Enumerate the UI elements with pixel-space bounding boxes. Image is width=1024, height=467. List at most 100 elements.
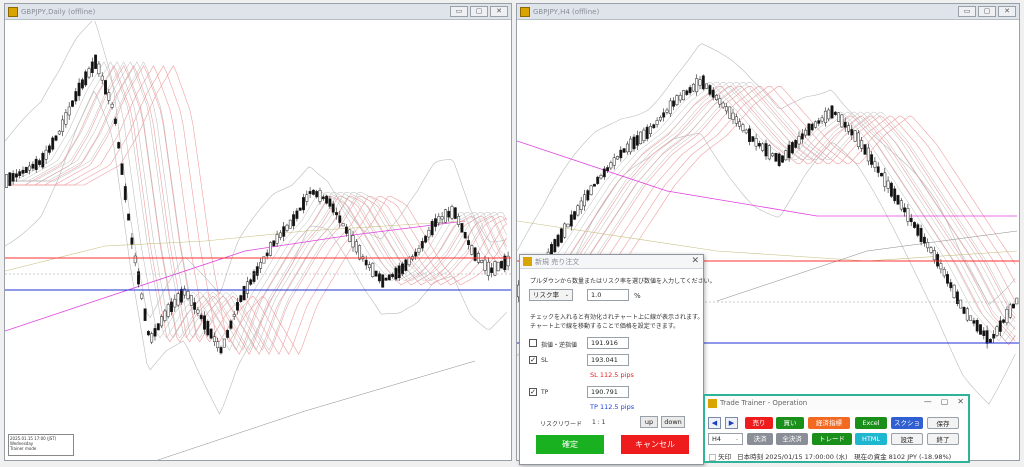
- arrow-checkbox[interactable]: [709, 453, 716, 461]
- candlestick: [80, 77, 84, 91]
- candlestick: [417, 244, 421, 256]
- tp-price-input[interactable]: 190.791: [587, 386, 629, 398]
- candlestick: [206, 319, 210, 337]
- candlestick: [678, 92, 682, 103]
- minimize-button[interactable]: ▭: [958, 6, 976, 17]
- tp-checkbox[interactable]: ✓: [529, 388, 537, 396]
- candlestick: [992, 329, 996, 343]
- risk-mode-select[interactable]: リスク率 ⌄: [529, 289, 573, 301]
- candlestick: [156, 323, 160, 331]
- dialog-titlebar[interactable]: 新規 売り注文: [520, 255, 703, 269]
- exit-button[interactable]: 終了: [927, 433, 959, 445]
- candlestick: [771, 152, 775, 158]
- close-icon[interactable]: ✕: [957, 397, 964, 406]
- candlestick: [21, 166, 25, 178]
- settle-all-button[interactable]: 全決済: [776, 433, 808, 445]
- risk-value-input[interactable]: 1.0: [587, 289, 629, 301]
- arrow-label: 矢印: [718, 453, 732, 461]
- daily-chart-window[interactable]: GBPJPY,Daily (offline) ▭ ▢ ✕: [4, 3, 512, 461]
- candlestick: [282, 222, 286, 242]
- close-button[interactable]: ✕: [998, 6, 1016, 17]
- candlestick: [586, 188, 590, 202]
- settings-button[interactable]: 設定: [891, 433, 923, 445]
- candlestick: [936, 251, 940, 269]
- candlestick: [896, 194, 900, 206]
- candlestick: [949, 278, 953, 292]
- daily-price-chart[interactable]: [5, 21, 511, 460]
- candlestick: [691, 83, 695, 93]
- economic-indicator-button[interactable]: 経済指標: [808, 417, 850, 429]
- maximize-button[interactable]: ▢: [978, 6, 996, 17]
- timeframe-select[interactable]: H4 ⌄: [708, 433, 743, 445]
- candlestick: [140, 292, 144, 301]
- close-button[interactable]: ✕: [490, 6, 508, 17]
- candlestick: [556, 233, 560, 248]
- candlestick: [71, 99, 74, 108]
- candlestick: [470, 244, 474, 256]
- screenshot-button[interactable]: スクショ: [891, 417, 923, 429]
- html-button[interactable]: HTML: [855, 433, 887, 445]
- candlestick: [794, 139, 798, 149]
- stop-price-input[interactable]: 191.916: [587, 337, 629, 349]
- candlestick: [295, 208, 299, 222]
- candlestick: [790, 140, 794, 155]
- candlestick: [668, 97, 672, 117]
- sl-price-input[interactable]: 193.041: [587, 354, 629, 366]
- candlestick: [1015, 297, 1019, 305]
- trade-button[interactable]: トレード: [812, 433, 852, 445]
- candlestick: [672, 97, 676, 111]
- settle-button[interactable]: 決済: [747, 433, 773, 445]
- prev-bar-button[interactable]: ◀: [708, 417, 721, 429]
- up-button[interactable]: up: [640, 416, 658, 428]
- candlestick: [404, 258, 408, 272]
- risk-unit-label: %: [634, 292, 641, 300]
- candlestick: [328, 196, 332, 210]
- candlestick: [189, 295, 193, 306]
- candlestick: [744, 128, 748, 135]
- stop-order-checkbox[interactable]: [529, 339, 537, 347]
- candlestick: [272, 240, 276, 247]
- candlestick: [962, 306, 966, 315]
- candlestick: [916, 222, 920, 238]
- down-button[interactable]: down: [661, 416, 685, 428]
- candlestick: [259, 257, 263, 273]
- candlestick: [559, 227, 563, 244]
- buy-button[interactable]: 買い: [776, 417, 804, 429]
- candlestick: [41, 151, 45, 170]
- candlestick: [5, 174, 8, 188]
- candlestick: [946, 271, 949, 287]
- sl-checkbox[interactable]: ✓: [529, 356, 537, 364]
- candlestick: [44, 145, 48, 164]
- candlestick: [698, 76, 702, 89]
- maximize-button[interactable]: ▢: [470, 6, 488, 17]
- minimize-button[interactable]: ▭: [450, 6, 468, 17]
- dialog-help-1: チェックを入れると有効化されチャート上に線が表示されます。: [530, 314, 704, 321]
- candlestick: [880, 172, 883, 177]
- next-bar-button[interactable]: ▶: [725, 417, 738, 429]
- candlestick: [814, 120, 817, 129]
- candlestick: [483, 255, 487, 275]
- candlestick: [830, 104, 834, 119]
- cancel-button[interactable]: キャンセル: [621, 435, 689, 454]
- candlestick: [434, 213, 437, 232]
- sell-button[interactable]: 売り: [745, 417, 773, 429]
- candlestick: [453, 207, 457, 220]
- daily-chart-titlebar[interactable]: GBPJPY,Daily (offline) ▭ ▢ ✕: [5, 4, 511, 20]
- candlestick: [817, 117, 821, 127]
- candlestick: [315, 189, 319, 199]
- maximize-icon[interactable]: ▢: [941, 397, 949, 406]
- candlestick: [368, 261, 371, 271]
- candlestick: [325, 194, 329, 205]
- close-icon[interactable]: ✕: [691, 256, 699, 266]
- confirm-button[interactable]: 確定: [536, 435, 604, 454]
- excel-button[interactable]: Excel: [855, 417, 887, 429]
- candlestick: [985, 325, 989, 349]
- candlestick: [506, 251, 510, 271]
- trainer-app-icon: [708, 398, 717, 408]
- candlestick: [807, 123, 811, 137]
- minimize-icon[interactable]: —: [924, 397, 932, 406]
- save-button[interactable]: 保存: [927, 417, 959, 429]
- candlestick: [229, 319, 233, 330]
- h4-chart-titlebar[interactable]: GBPJPY,H4 (offline) ▭ ▢ ✕: [517, 4, 1019, 20]
- candlestick: [87, 66, 91, 80]
